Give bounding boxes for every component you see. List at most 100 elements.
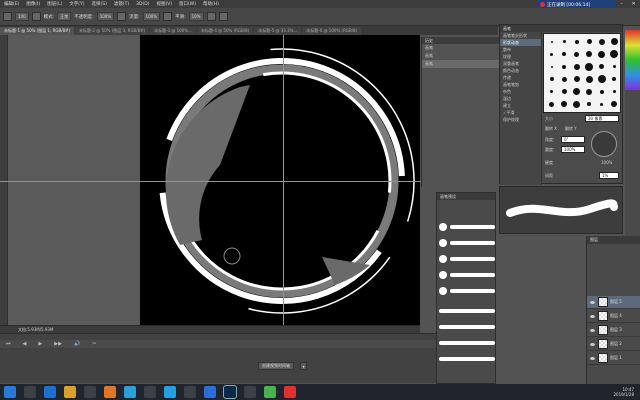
brush-tip[interactable] bbox=[571, 86, 582, 97]
spacing-checkbox[interactable]: 间距 bbox=[545, 173, 553, 179]
brush-tip[interactable] bbox=[546, 74, 557, 85]
brush-tip[interactable] bbox=[609, 61, 620, 72]
brush-tip[interactable] bbox=[609, 36, 620, 47]
brush-preset[interactable] bbox=[439, 353, 495, 365]
brush-tip[interactable] bbox=[609, 74, 620, 85]
flip-y-checkbox[interactable]: 翻转 Y bbox=[565, 126, 577, 132]
roundness-input[interactable]: 100% bbox=[561, 146, 585, 153]
brush-tip[interactable] bbox=[584, 99, 595, 110]
tab-document-1[interactable]: 未标题-1 @ 50% (图层 1, RGB/8#) bbox=[0, 27, 75, 35]
menu-item-type[interactable]: 文字(Y) bbox=[69, 1, 84, 7]
first-frame-icon[interactable]: ⏮ bbox=[6, 341, 11, 347]
brush-preset[interactable] bbox=[439, 237, 495, 249]
brush-option-wet-edges[interactable]: 湿边 bbox=[500, 95, 541, 102]
layer-row[interactable]: 图层 2 bbox=[587, 338, 640, 351]
brush-preset[interactable] bbox=[439, 321, 495, 333]
brush-tip[interactable] bbox=[609, 49, 620, 60]
brush-tip[interactable] bbox=[546, 86, 557, 97]
color-swatches[interactable] bbox=[625, 30, 640, 90]
brush-tip[interactable] bbox=[546, 49, 557, 60]
flow-input[interactable]: 100% bbox=[142, 12, 161, 21]
search-icon[interactable] bbox=[24, 386, 36, 398]
brush-tip[interactable] bbox=[584, 36, 595, 47]
system-tray-clock[interactable]: 10:47 2019/1/28 bbox=[613, 387, 634, 397]
brush-preset[interactable] bbox=[439, 253, 495, 265]
brush-tip[interactable] bbox=[571, 36, 582, 47]
brush-tip[interactable] bbox=[584, 49, 595, 60]
brush-size-picker[interactable]: 100 bbox=[15, 12, 29, 21]
audio-icon[interactable]: 🔊 bbox=[74, 341, 80, 347]
history-row[interactable]: 画笔 bbox=[422, 60, 499, 68]
brush-tip[interactable] bbox=[546, 36, 557, 47]
brush-tip[interactable] bbox=[559, 74, 570, 85]
brush-tip[interactable] bbox=[559, 61, 570, 72]
brush-option-smoothing[interactable]: ✓ 平滑 bbox=[500, 109, 541, 116]
brush-panel-toggle-icon[interactable] bbox=[31, 12, 41, 21]
chevron-down-icon[interactable]: ▾ bbox=[300, 362, 307, 370]
eye-icon[interactable] bbox=[590, 356, 595, 360]
eye-icon[interactable] bbox=[590, 328, 595, 332]
smoothing-input[interactable]: 10% bbox=[188, 12, 204, 21]
brush-option-transfer[interactable]: 传递 bbox=[500, 74, 541, 81]
brush-tip[interactable] bbox=[571, 99, 582, 110]
brush-angle-widget[interactable] bbox=[591, 131, 617, 157]
brush-tip[interactable] bbox=[584, 74, 595, 85]
brush-tip[interactable] bbox=[609, 86, 620, 97]
pressure-size-icon[interactable] bbox=[218, 12, 228, 21]
menu-item-image[interactable]: 图像(I) bbox=[26, 1, 40, 7]
brush-option-protect-texture[interactable]: 保护纹理 bbox=[500, 116, 541, 123]
brush-option-noise[interactable]: 杂色 bbox=[500, 88, 541, 95]
tab-document-4[interactable]: 未标题-4 @ 50% (RGB/8) bbox=[196, 27, 254, 35]
brush-tip[interactable] bbox=[596, 49, 607, 60]
app-icon-cyan[interactable] bbox=[164, 386, 176, 398]
brush-option-dual-brush[interactable]: 双重画笔 bbox=[500, 60, 541, 67]
brush-tip[interactable] bbox=[559, 86, 570, 97]
mode-select[interactable]: 正常 bbox=[57, 12, 72, 21]
app-icon-green[interactable] bbox=[264, 386, 276, 398]
brush-preset[interactable] bbox=[439, 305, 495, 317]
brush-preset[interactable] bbox=[439, 285, 495, 297]
create-video-timeline-button[interactable]: 创建视频时间轴 bbox=[258, 362, 294, 370]
brush-option-scattering[interactable]: 散布 bbox=[500, 46, 541, 53]
tab-document-3[interactable]: 未标题-3 @ 100%... bbox=[150, 27, 196, 35]
app-icon-blue-2[interactable] bbox=[204, 386, 216, 398]
tab-document-5[interactable]: 未标题-5 @ 33.3%... bbox=[254, 27, 302, 35]
spacing-input[interactable]: 1% bbox=[599, 172, 619, 179]
brush-tip[interactable] bbox=[546, 61, 557, 72]
layer-row[interactable]: 图层 4 bbox=[587, 310, 640, 323]
brush-tip[interactable] bbox=[571, 74, 582, 85]
flip-x-checkbox[interactable]: 翻转 X bbox=[545, 126, 557, 132]
pressure-opacity-icon[interactable] bbox=[117, 12, 127, 21]
menu-item-window[interactable]: 窗口(W) bbox=[179, 1, 196, 7]
brush-tool-icon[interactable] bbox=[3, 12, 12, 21]
brush-tip[interactable] bbox=[571, 49, 582, 60]
layer-row[interactable]: 图层 3 bbox=[587, 324, 640, 337]
edge-icon[interactable] bbox=[44, 386, 56, 398]
minimize-icon[interactable]: – bbox=[620, 1, 623, 7]
brush-tip[interactable] bbox=[596, 36, 607, 47]
size-input[interactable]: 30 像素 bbox=[585, 115, 619, 122]
app-icon-gray-2[interactable] bbox=[244, 386, 256, 398]
play-icon[interactable]: ▶ bbox=[38, 341, 42, 347]
history-row[interactable]: 画笔 bbox=[422, 44, 499, 52]
brush-option-color-dynamics[interactable]: 颜色动态 bbox=[500, 67, 541, 74]
brush-option-build-up[interactable]: 建立 bbox=[500, 102, 541, 109]
brush-tip[interactable] bbox=[546, 99, 557, 110]
brush-tip[interactable] bbox=[596, 86, 607, 97]
eye-icon[interactable] bbox=[590, 314, 595, 318]
eye-icon[interactable] bbox=[590, 300, 595, 304]
split-icon[interactable]: ✂ bbox=[92, 341, 96, 347]
close-icon[interactable]: ✕ bbox=[631, 1, 635, 7]
brush-option-texture[interactable]: 纹理 bbox=[500, 53, 541, 60]
brush-preset[interactable] bbox=[439, 221, 495, 233]
recorder-app-icon[interactable] bbox=[284, 386, 296, 398]
brush-tip[interactable] bbox=[584, 61, 595, 72]
eye-icon[interactable] bbox=[590, 342, 595, 346]
brush-tip[interactable] bbox=[596, 61, 607, 72]
next-frame-icon[interactable]: ▶▶ bbox=[54, 341, 62, 347]
brush-preset[interactable] bbox=[439, 269, 495, 281]
airbrush-icon[interactable] bbox=[163, 12, 173, 21]
brush-option-shape-dynamics[interactable]: 形状动态 bbox=[500, 39, 541, 46]
menu-item-help[interactable]: 帮助(H) bbox=[203, 1, 219, 7]
brush-tip[interactable] bbox=[596, 99, 607, 110]
